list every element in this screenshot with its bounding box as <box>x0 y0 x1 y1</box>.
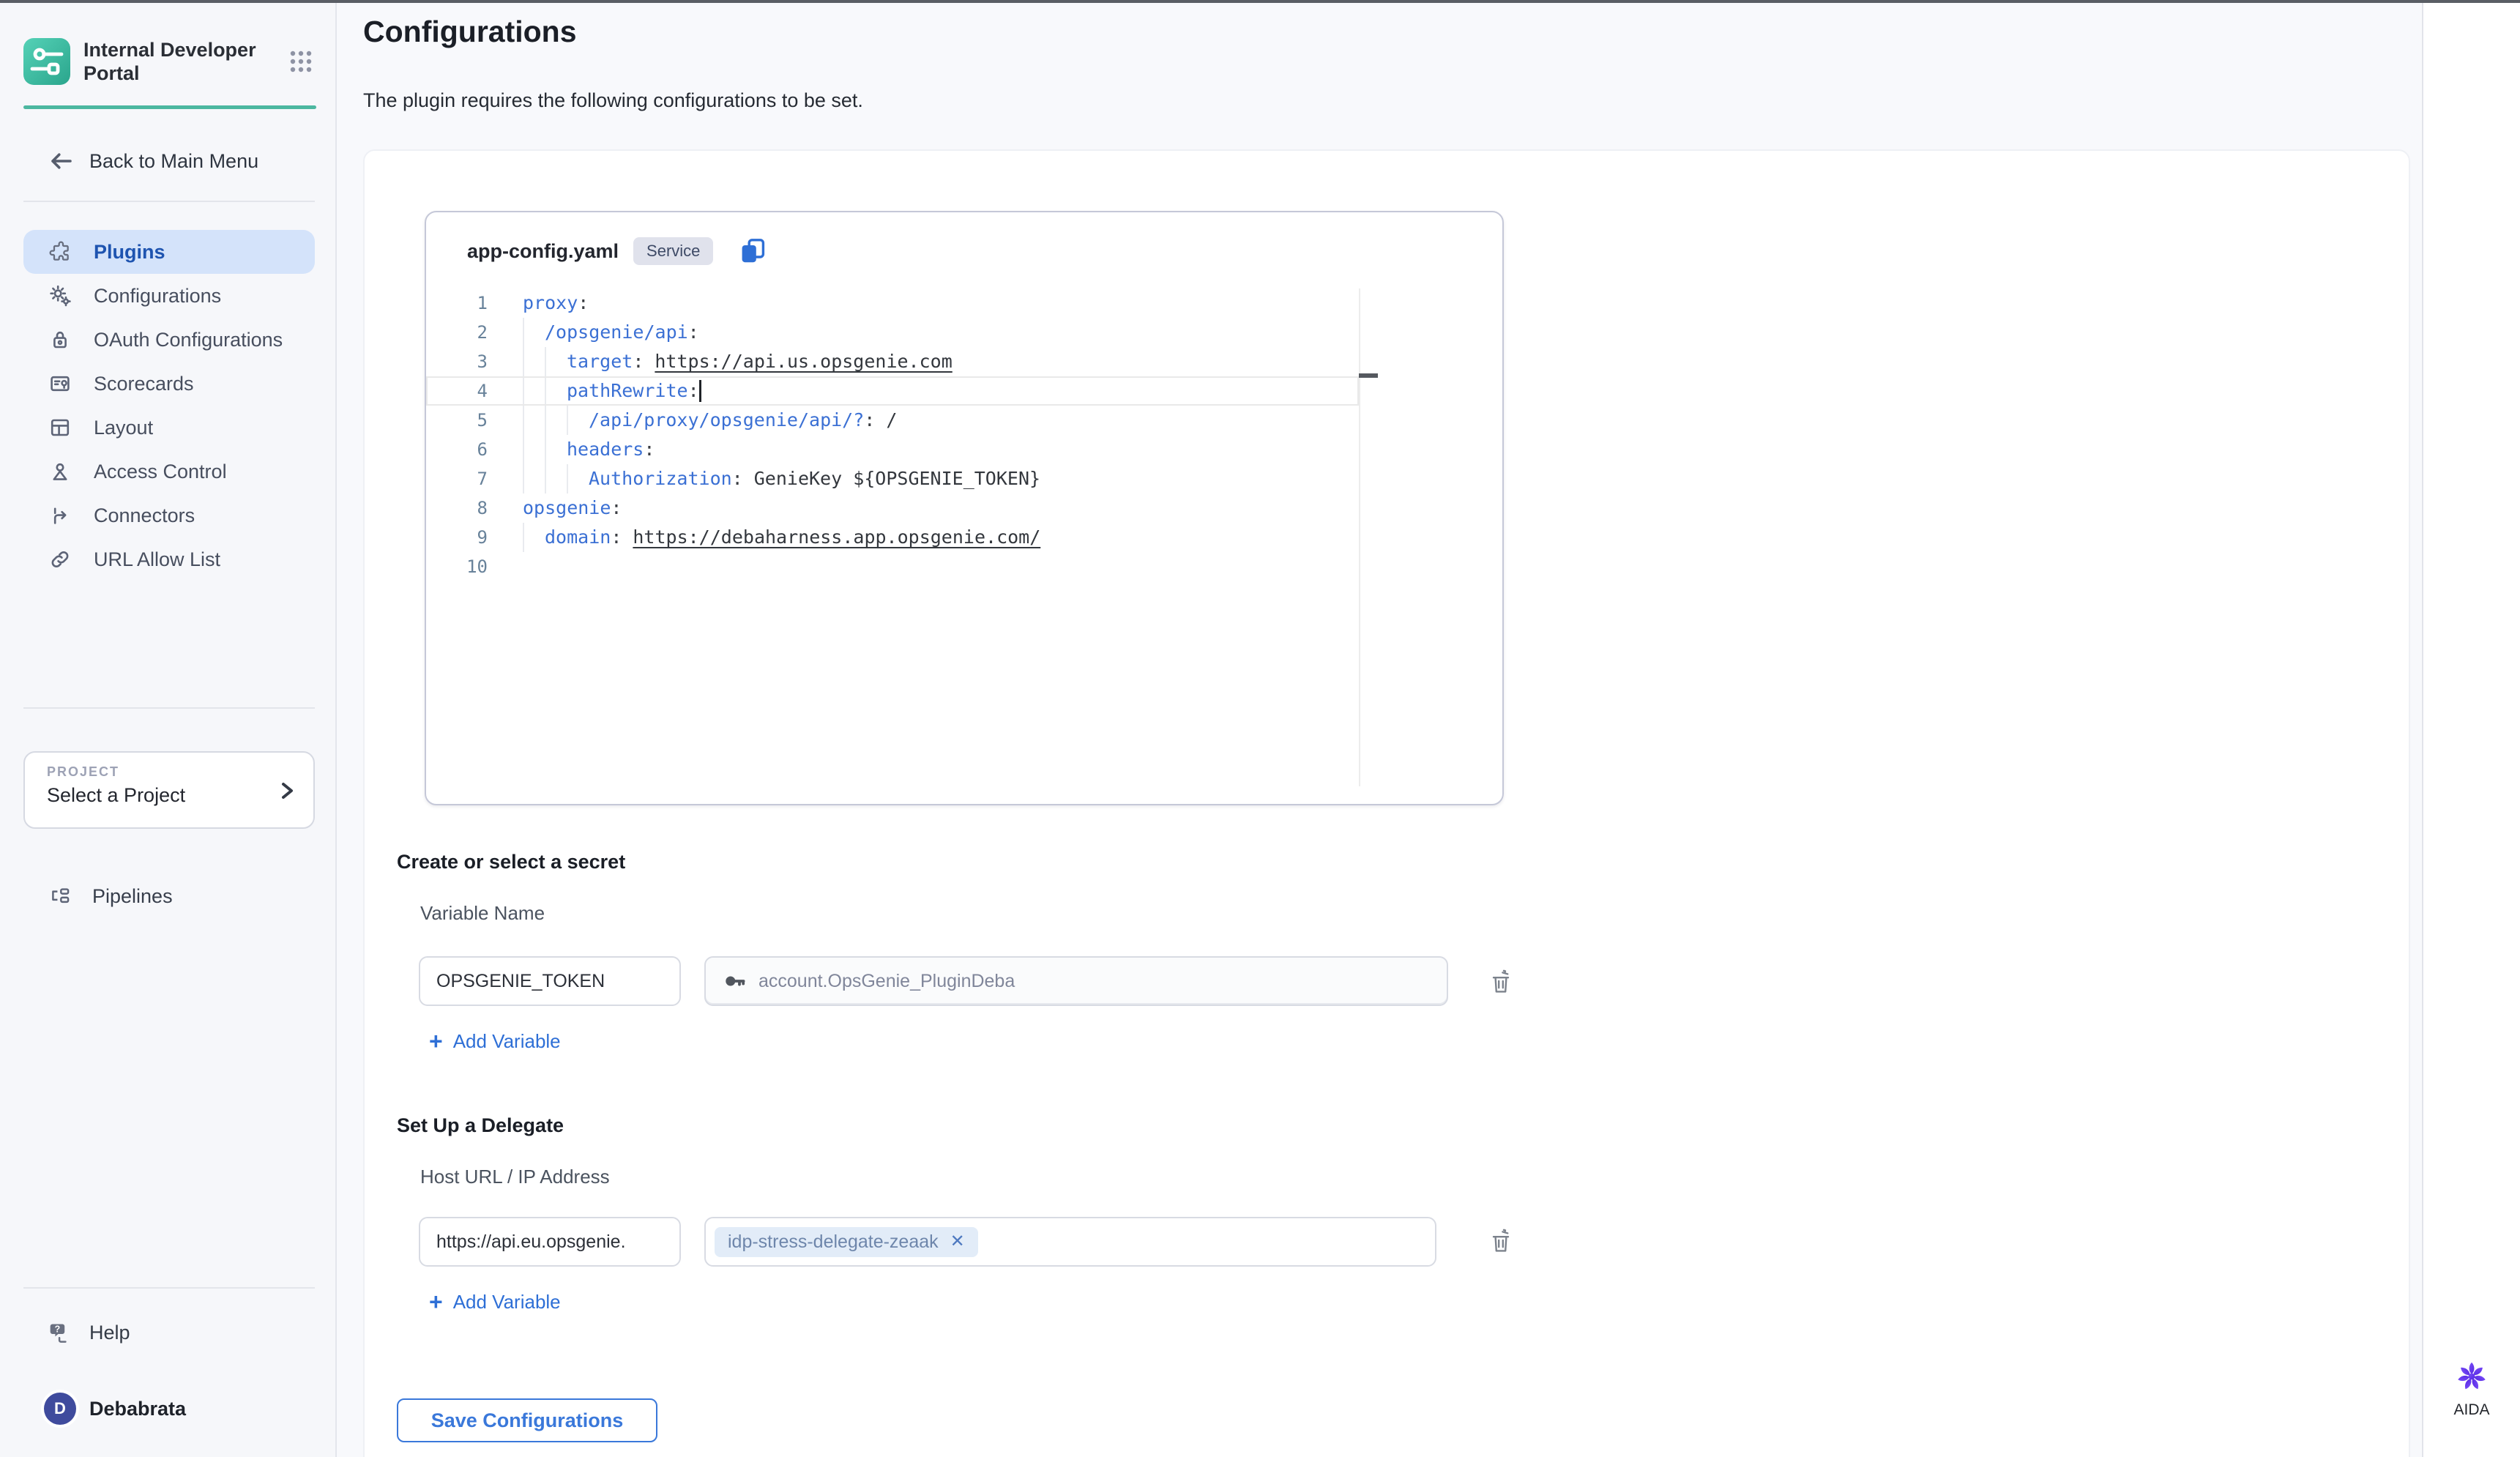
sidebar-item-plugins[interactable]: Plugins <box>23 230 315 274</box>
yaml-editor[interactable]: app-config.yaml Service 1 proxy: 2 /opsg… <box>425 211 1504 805</box>
right-rail: AIDA <box>2422 3 2520 1457</box>
apps-grid-icon[interactable] <box>288 49 313 74</box>
overview-ruler-cursor-mark <box>1359 373 1378 378</box>
layout-icon <box>48 416 72 439</box>
code-line[interactable]: 6 headers: <box>426 435 1502 464</box>
sidebar-item-pipelines[interactable]: Pipelines <box>48 876 173 917</box>
back-to-main-menu[interactable]: Back to Main Menu <box>47 148 258 174</box>
user-name: Debabrata <box>89 1398 186 1420</box>
code-line-active[interactable]: 4 pathRewrite: <box>426 376 1502 406</box>
sidebar-item-connectors[interactable]: Connectors <box>23 493 315 537</box>
arrow-left-icon <box>47 148 75 174</box>
divider <box>23 1287 315 1289</box>
divider <box>23 707 315 709</box>
aida-button[interactable]: AIDA <box>2423 1357 2520 1419</box>
code-line[interactable]: 9 domain:https://debaharness.app.opsgeni… <box>426 523 1502 552</box>
project-value: Select a Project <box>47 784 296 807</box>
brand-accent-bar <box>23 105 316 109</box>
code-area[interactable]: 1 proxy: 2 /opsgenie/api: 3 target:https… <box>426 288 1502 581</box>
user-menu[interactable]: D Debabrata <box>44 1393 186 1425</box>
editor-header: app-config.yaml Service <box>426 212 1502 265</box>
secret-value: account.OpsGenie_PluginDeba <box>758 971 1015 992</box>
variable-name-label: Variable Name <box>420 902 545 925</box>
code-line[interactable]: 10 <box>426 552 1502 581</box>
sidebar-nav: Plugins Configurations OAuth Configurati… <box>23 230 315 581</box>
svg-text:?: ? <box>55 1324 61 1334</box>
secret-select[interactable]: account.OpsGenie_PluginDeba <box>704 956 1448 1006</box>
brand-header: Internal DeveloperPortal <box>23 38 313 85</box>
host-url-input[interactable] <box>419 1217 681 1267</box>
key-icon <box>723 969 747 993</box>
fork-arrows-icon <box>48 504 72 527</box>
copy-icon[interactable] <box>739 238 766 264</box>
add-variable-button[interactable]: + Add Variable <box>429 1029 561 1053</box>
host-url-label: Host URL / IP Address <box>420 1166 610 1188</box>
code-line[interactable]: 7 Authorization:GenieKey ${OPSGENIE_TOKE… <box>426 464 1502 493</box>
puzzle-icon <box>48 240 72 264</box>
page-subtitle: The plugin requires the following config… <box>363 89 863 112</box>
aida-label: AIDA <box>2453 1401 2489 1419</box>
remove-tag-icon[interactable]: ✕ <box>950 1233 965 1251</box>
code-line[interactable]: 2 /opsgenie/api: <box>426 318 1502 347</box>
person-icon <box>48 460 72 483</box>
lock-icon <box>48 328 72 351</box>
overview-ruler[interactable] <box>1359 288 1360 786</box>
code-line[interactable]: 3 target:https://api.us.opsgenie.com <box>426 347 1502 376</box>
sidebar: Internal DeveloperPortal Back to Main Me… <box>0 3 337 1457</box>
code-line[interactable]: 5 /api/proxy/opsgenie/api/?:/ <box>426 406 1502 435</box>
main-content: Configurations The plugin requires the f… <box>337 3 2422 1457</box>
help-chat-icon: ? <box>48 1321 72 1344</box>
pipelines-icon <box>48 884 72 908</box>
delegate-tags-field[interactable]: idp-stress-delegate-zeaak ✕ <box>704 1217 1436 1267</box>
secret-section-title: Create or select a secret <box>397 851 625 873</box>
sidebar-item-scorecards[interactable]: Scorecards <box>23 362 315 406</box>
sidebar-item-access-control[interactable]: Access Control <box>23 450 315 493</box>
gears-icon <box>48 284 72 308</box>
delegate-section-title: Set Up a Delegate <box>397 1114 564 1137</box>
delegate-tag-chip: idp-stress-delegate-zeaak ✕ <box>715 1227 978 1257</box>
save-configurations-button[interactable]: Save Configurations <box>397 1398 657 1442</box>
sidebar-item-configurations[interactable]: Configurations <box>23 274 315 318</box>
divider <box>23 201 315 202</box>
aida-flower-icon <box>2453 1357 2491 1395</box>
help-button[interactable]: ? Help <box>48 1312 130 1353</box>
code-line[interactable]: 8 opsgenie: <box>426 493 1502 523</box>
link-icon <box>48 548 72 571</box>
editor-filename: app-config.yaml <box>467 240 619 263</box>
app-title: Internal DeveloperPortal <box>83 38 266 85</box>
sidebar-item-layout[interactable]: Layout <box>23 406 315 450</box>
configuration-card: app-config.yaml Service 1 proxy: 2 /opsg… <box>363 149 2410 1457</box>
delete-variable-icon[interactable] <box>1489 969 1513 996</box>
plus-icon: + <box>429 1290 443 1313</box>
back-label: Back to Main Menu <box>89 150 258 173</box>
idp-logo-icon <box>23 38 70 85</box>
scorecard-icon <box>48 372 72 395</box>
window-top-edge <box>0 0 2520 3</box>
code-line[interactable]: 1 proxy: <box>426 288 1502 318</box>
sidebar-item-oauth-configurations[interactable]: OAuth Configurations <box>23 318 315 362</box>
delete-delegate-row-icon[interactable] <box>1489 1229 1513 1255</box>
app-root: Internal DeveloperPortal Back to Main Me… <box>0 0 2520 1457</box>
avatar: D <box>44 1393 76 1425</box>
chevron-right-icon <box>277 779 297 802</box>
sidebar-item-url-allow-list[interactable]: URL Allow List <box>23 537 315 581</box>
variable-name-input[interactable] <box>419 956 681 1006</box>
service-badge: Service <box>633 237 713 265</box>
project-label: PROJECT <box>47 764 296 780</box>
page-title: Configurations <box>363 15 577 49</box>
plus-icon: + <box>429 1029 443 1053</box>
text-cursor <box>699 380 701 402</box>
add-delegate-variable-button[interactable]: + Add Variable <box>429 1290 561 1313</box>
project-selector[interactable]: PROJECT Select a Project <box>23 751 315 829</box>
